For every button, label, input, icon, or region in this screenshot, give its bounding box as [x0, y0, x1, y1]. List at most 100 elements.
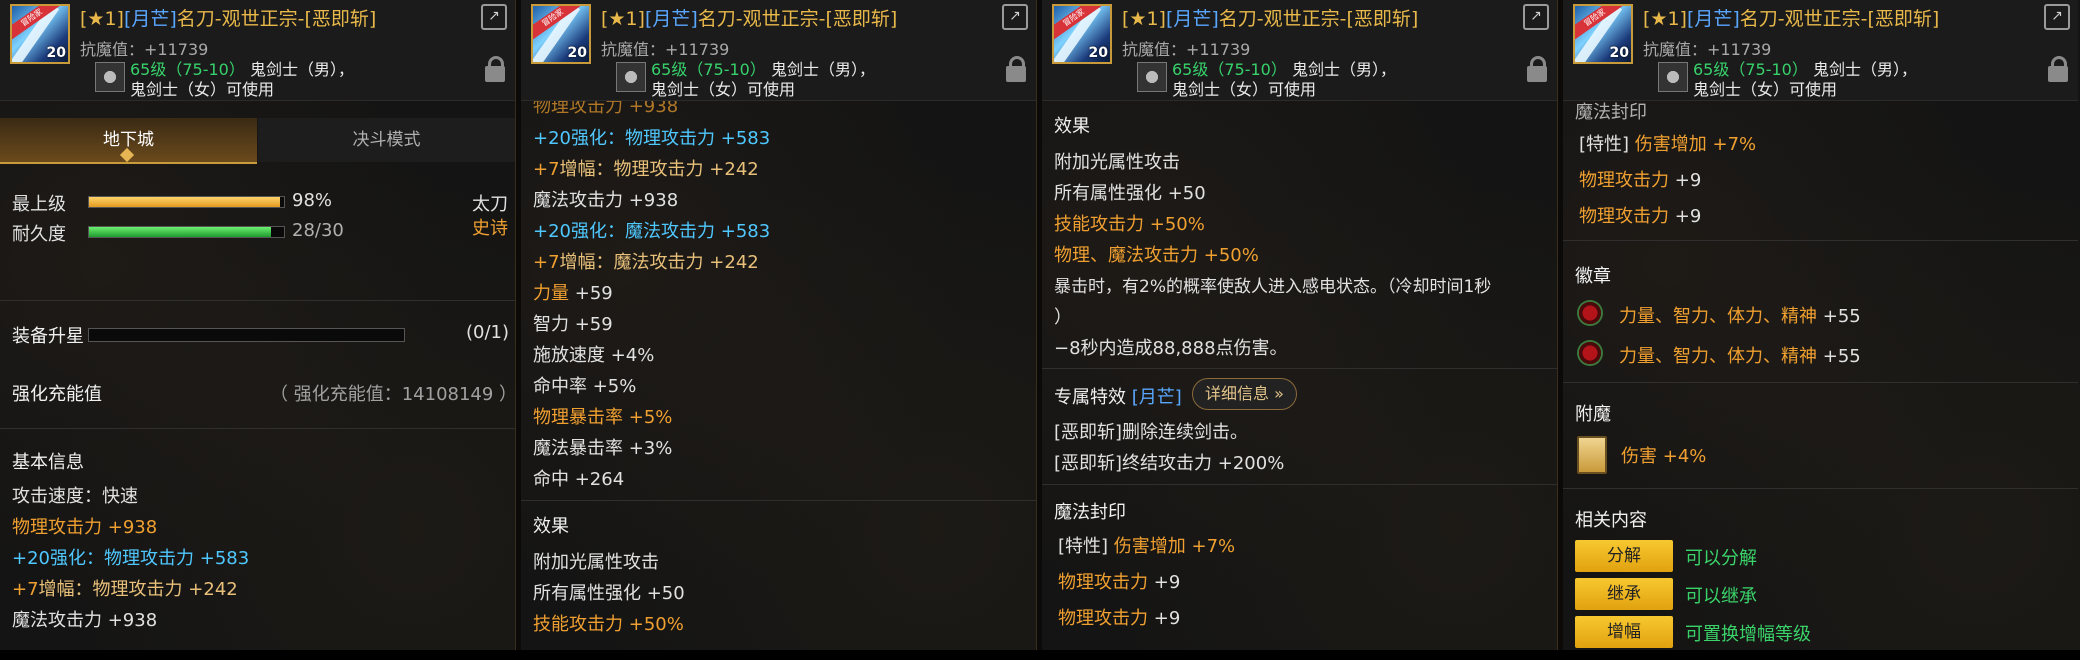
effect-title: 效果	[1054, 116, 1090, 137]
gem-icon	[1137, 62, 1167, 92]
item-title: [★1][月芒]名刀-观世正宗-[恶即斩]	[601, 8, 898, 30]
all-elem: 所有属性强化 +50	[533, 583, 685, 604]
exclusive-line1: [恶即斩]删除连续剑击。	[1054, 422, 1249, 443]
weapon-icon: 冒险家 20	[10, 4, 70, 64]
tooltip-panel-3: 冒险家 20 [★1][月芒]名刀-观世正宗-[恶即斩] ↗ 抗魔值：+1173…	[1042, 0, 1558, 660]
light-atk: 附加光属性攻击	[533, 552, 659, 573]
seal-a: 物理攻击力 +9	[1579, 170, 1702, 191]
icon-level: 20	[46, 45, 66, 61]
emblem-title: 徽章	[1575, 266, 1611, 287]
tooltip-strip: 冒险家 20 [★1][月芒]名刀-观世正宗-[恶即斩] ↗ 抗魔值：+1173…	[0, 0, 2080, 660]
seal-b: 物理攻击力 +9	[1579, 206, 1702, 227]
crit-effect-line2: ）	[1054, 307, 1072, 328]
lock-icon[interactable]	[2048, 56, 2068, 82]
inherit-button[interactable]: 继承	[1575, 578, 1673, 610]
max-level-bar	[88, 196, 285, 208]
double-chevron-icon: »	[1274, 384, 1284, 403]
amp-phys-atk: +7增幅：物理攻击力 +242	[12, 579, 238, 600]
upgrade-label: 装备升星	[12, 326, 84, 347]
share-icon[interactable]: ↗	[1523, 4, 1549, 30]
share-icon[interactable]: ↗	[481, 4, 507, 30]
cast-speed: 施放速度 +4%	[533, 345, 655, 366]
amplify-note: 可置换增幅等级	[1685, 624, 1811, 645]
usable-classes: 鬼剑士（女）可使用	[130, 80, 275, 99]
durability-label: 耐久度	[12, 224, 66, 245]
related-title: 相关内容	[1575, 510, 1647, 531]
enh-phys-atk: +20强化：物理攻击力 +583	[12, 548, 250, 569]
strength: 力量 +59	[533, 283, 613, 304]
upgrade-value: (0/1)	[466, 322, 510, 343]
mag-atk: 魔法攻击力 +938	[12, 610, 158, 631]
max-level-label: 最上级	[12, 194, 66, 215]
tab-duel[interactable]: 决斗模式	[258, 118, 515, 162]
upgrade-bar	[88, 328, 405, 342]
item-title: [★1][月芒]名刀-观世正宗-[恶即斩]	[80, 8, 377, 30]
bottom-strip	[0, 650, 2080, 660]
mag-crit: 魔法暴击率 +3%	[533, 438, 673, 459]
tooltip-panel-2: 冒险家 20 [★1][月芒]名刀-观世正宗-[恶即斩] ↗ 抗魔值：+1173…	[521, 0, 1037, 660]
charge-label: 强化充能值	[12, 384, 102, 405]
red-emblem-icon	[1577, 300, 1603, 326]
pm-atk: 物理、魔法攻击力 +50%	[1054, 245, 1259, 266]
gem-icon	[616, 62, 646, 92]
phys-crit: 物理暴击率 +5%	[533, 407, 673, 428]
item-header: 冒险家 20 [★1][月芒]名刀-观世正宗-[恶即斩] ↗ 抗魔值：+1173…	[1042, 0, 1557, 101]
skill-atk: 技能攻击力 +50%	[1054, 214, 1205, 235]
charge-value: （ 强化充能值：14108149 ）	[270, 384, 516, 405]
lock-icon[interactable]	[485, 56, 505, 82]
durability-value: 28/30	[292, 220, 344, 241]
weapon-type: 太刀	[472, 194, 508, 215]
hit: 命中 +264	[533, 469, 625, 490]
item-header: 冒险家 20 [★1][月芒]名刀-观世正宗-[恶即斩] ↗ 抗魔值：+1173…	[0, 0, 515, 101]
light-atk: 附加光属性攻击	[1054, 152, 1180, 173]
intelligence: 智力 +59	[533, 314, 613, 335]
mag-atk: 魔法攻击力 +938	[533, 190, 679, 211]
weapon-icon: 冒险家 20	[531, 4, 591, 64]
effect-title: 效果	[533, 516, 569, 537]
enh-mag-atk: +20强化：魔法攻击力 +583	[533, 221, 771, 242]
share-icon[interactable]: ↗	[2044, 4, 2070, 30]
red-emblem-icon	[1577, 340, 1603, 366]
rarity: 史诗	[472, 218, 508, 239]
gem-icon	[95, 62, 125, 92]
decompose-note: 可以分解	[1685, 548, 1757, 569]
detail-button[interactable]: 详细信息 »	[1192, 378, 1297, 410]
attack-speed: 攻击速度：快速	[12, 486, 138, 507]
usable-classes: 鬼剑士（女）可使用	[1172, 80, 1317, 99]
amp-phys-atk: +7增幅：物理攻击力 +242	[533, 159, 759, 180]
item-header: 冒险家 20 [★1][月芒]名刀-观世正宗-[恶即斩] ↗ 抗魔值：+1173…	[521, 0, 1036, 101]
seal-a: 物理攻击力 +9	[1058, 572, 1181, 593]
usable-classes: 鬼剑士（女）可使用	[1693, 80, 1838, 99]
decompose-button[interactable]: 分解	[1575, 540, 1673, 572]
magic-seal-title: 魔法封印	[1575, 102, 1647, 123]
share-icon[interactable]: ↗	[1002, 4, 1028, 30]
amplify-button[interactable]: 增幅	[1575, 616, 1673, 648]
trait-line: [特性] 伤害增加 +7%	[1579, 134, 1757, 155]
weapon-icon: 冒险家 20	[1052, 4, 1112, 64]
trait-line: [特性] 伤害增加 +7%	[1058, 536, 1236, 557]
tooltip-panel-1: 冒险家 20 [★1][月芒]名刀-观世正宗-[恶即斩] ↗ 抗魔值：+1173…	[0, 0, 516, 660]
max-level-value: 98%	[292, 190, 333, 211]
basic-info-title: 基本信息	[12, 452, 84, 473]
amp-mag-atk: +7增幅：魔法攻击力 +242	[533, 252, 759, 273]
lock-icon[interactable]	[1527, 56, 1547, 82]
enchant-title: 附魔	[1575, 404, 1611, 425]
phys-atk: 物理攻击力 +938	[12, 517, 158, 538]
mode-tabs: 地下城 决斗模式	[0, 118, 515, 164]
lock-icon[interactable]	[1006, 56, 1026, 82]
skill-atk: 技能攻击力 +50%	[533, 614, 684, 635]
emblem-1: 力量、智力、体力、精神 +55	[1619, 306, 1861, 327]
emblem-2: 力量、智力、体力、精神 +55	[1619, 346, 1861, 367]
item-title: [★1][月芒]名刀-观世正宗-[恶即斩]	[1643, 8, 1940, 30]
exclusive-effect: 专属特效 [月芒]	[1054, 387, 1182, 408]
exclusive-line2: [恶即斩]终结攻击力 +200%	[1054, 453, 1285, 474]
weapon-icon: 冒险家 20	[1573, 4, 1633, 64]
enchant-line: 伤害 +4%	[1621, 446, 1707, 467]
enh-phys-atk: +20强化：物理攻击力 +583	[533, 128, 771, 149]
magic-seal-title: 魔法封印	[1054, 502, 1126, 523]
usable-classes: 鬼剑士（女）可使用	[651, 80, 796, 99]
damage-line: −8秒内造成88,888点伤害。	[1054, 338, 1288, 359]
item-header: 冒险家 20 [★1][月芒]名刀-观世正宗-[恶即斩] ↗ 抗魔值：+1173…	[1563, 0, 2078, 101]
item-title: [★1][月芒]名刀-观世正宗-[恶即斩]	[1122, 8, 1419, 30]
gem-icon	[1658, 62, 1688, 92]
